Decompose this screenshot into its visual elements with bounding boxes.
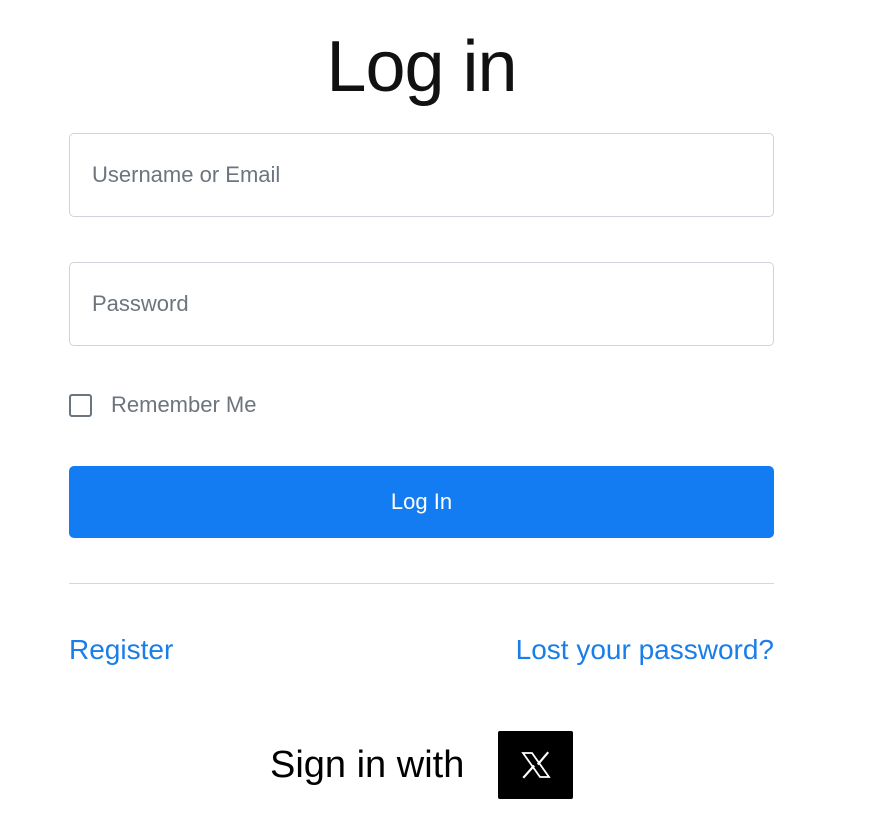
username-field[interactable]: [69, 133, 774, 217]
remember-me-checkbox[interactable]: [69, 393, 92, 417]
x-logo-icon: [520, 751, 551, 779]
lost-password-link[interactable]: Lost your password?: [516, 631, 774, 669]
register-link[interactable]: Register: [69, 631, 173, 669]
password-field[interactable]: [69, 262, 774, 346]
remember-me[interactable]: Remember Me: [69, 391, 256, 419]
login-button[interactable]: Log In: [69, 466, 774, 538]
sign-in-with-label: Sign in with: [270, 744, 465, 786]
sign-in-with-x-button[interactable]: [498, 731, 573, 799]
password-input[interactable]: [70, 263, 773, 345]
divider: [69, 583, 774, 584]
remember-me-label[interactable]: Remember Me: [111, 392, 256, 418]
username-input[interactable]: [70, 134, 773, 216]
page-title: Log in: [326, 27, 517, 107]
